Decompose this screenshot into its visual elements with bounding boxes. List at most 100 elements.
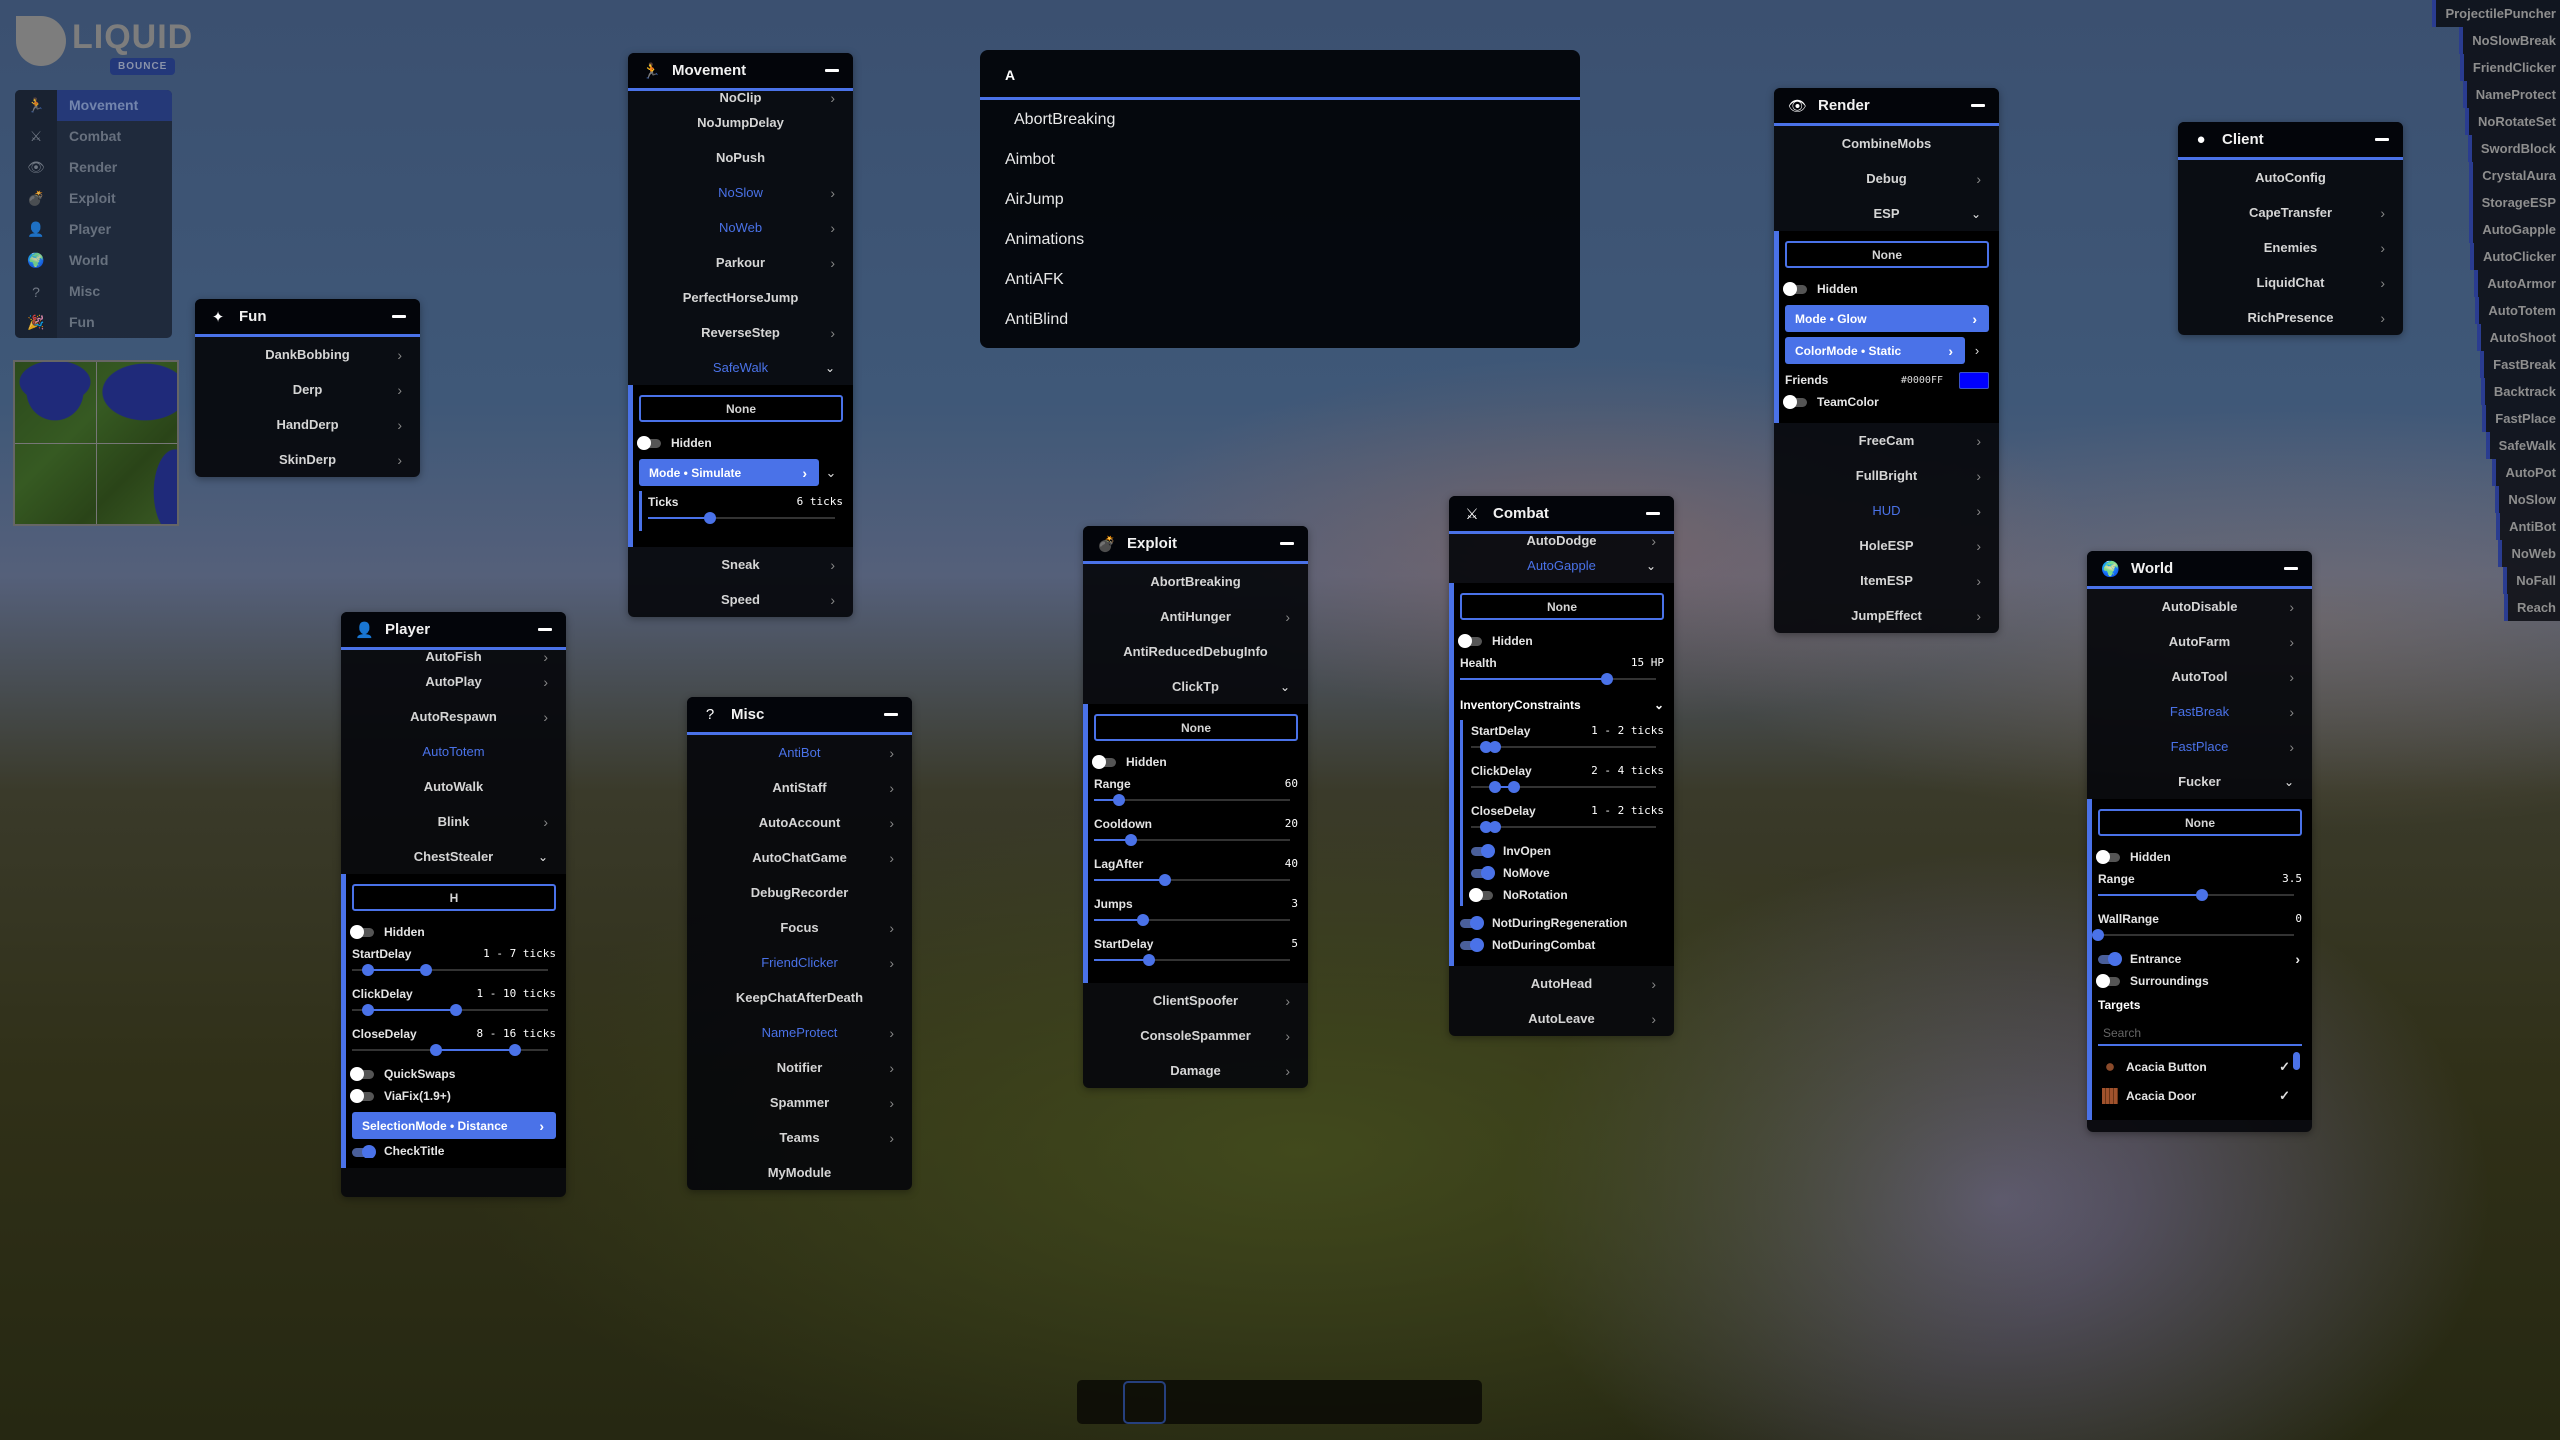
chevron-down-icon[interactable]: ⌄ — [538, 850, 548, 864]
module-autofish[interactable]: AutoFish › — [341, 650, 566, 664]
chevron-right-icon[interactable]: › — [1285, 993, 1290, 1009]
surroundings-toggle[interactable]: Surroundings — [2096, 970, 2302, 992]
panel-header[interactable]: ● Client — [2178, 122, 2403, 160]
module-autochatgame[interactable]: AutoChatGame › — [687, 840, 912, 875]
chevron-right-icon[interactable]: › — [543, 814, 548, 830]
module-parkour[interactable]: Parkour › — [628, 245, 853, 280]
module-autototem[interactable]: AutoTotem — [341, 734, 566, 769]
category-combat[interactable]: ⚔ Combat — [15, 121, 172, 152]
chevron-right-icon[interactable]: › — [889, 1095, 894, 1111]
minimize-icon[interactable] — [1646, 512, 1660, 515]
panel-header[interactable]: 🌍 World — [2087, 551, 2312, 589]
chevron-right-icon[interactable]: › — [830, 185, 835, 201]
chevron-right-icon[interactable]: › — [543, 650, 548, 664]
color-swatch[interactable] — [1959, 371, 1989, 389]
module-cheststealer[interactable]: ChestStealer ⌄ — [341, 839, 566, 874]
module-teams[interactable]: Teams › — [687, 1120, 912, 1155]
slider-knob[interactable] — [1137, 914, 1149, 926]
module-autogapple[interactable]: AutoGapple ⌄ — [1449, 548, 1674, 583]
chevron-right-icon[interactable]: › — [2289, 634, 2294, 650]
chevron-right-icon[interactable]: › — [1976, 573, 1981, 589]
chevron-right-icon[interactable]: › — [2289, 599, 2294, 615]
chevron-right-icon[interactable]: › — [1976, 171, 1981, 187]
toggle-switch[interactable] — [2096, 849, 2120, 864]
toggle-switch[interactable] — [2096, 973, 2120, 988]
keybind-button[interactable]: None — [1785, 241, 1989, 268]
toggle-switch[interactable] — [1783, 281, 1807, 296]
chevron-right-icon[interactable]: › — [397, 417, 402, 433]
toggle-switch[interactable] — [2098, 951, 2122, 966]
slider-knob-min[interactable] — [430, 1044, 443, 1056]
nomove-toggle[interactable]: NoMove — [1471, 862, 1664, 884]
chevron-right-icon[interactable]: › — [889, 955, 894, 971]
clickdelay-slider[interactable]: ClickDelay 1 - 10 ticks — [352, 983, 556, 1023]
module-capetransfer[interactable]: CapeTransfer › — [2178, 195, 2403, 230]
slider-knob-max[interactable] — [1489, 741, 1502, 753]
slider-knob-max[interactable] — [508, 1044, 521, 1056]
module-perfecthorsejump[interactable]: PerfectHorseJump — [628, 280, 853, 315]
chevron-right-icon[interactable]: › — [1976, 503, 1981, 519]
module-esp[interactable]: ESP ⌄ — [1774, 196, 1999, 231]
hidden-toggle[interactable]: Hidden — [1783, 278, 1989, 300]
chevron-down-icon[interactable]: ⌄ — [819, 465, 843, 481]
module-debug[interactable]: Debug › — [1774, 161, 1999, 196]
panel-header[interactable]: ✦ Fun — [195, 299, 420, 337]
module-autofarm[interactable]: AutoFarm › — [2087, 624, 2312, 659]
module-speed[interactable]: Speed › — [628, 582, 853, 617]
slider-knob-max[interactable] — [449, 1004, 462, 1016]
toggle-switch[interactable] — [1471, 865, 1495, 880]
closedelay-slider[interactable]: CloseDelay 8 - 16 ticks — [352, 1023, 556, 1063]
chevron-right-icon[interactable]: › — [1976, 433, 1981, 449]
keybind-button[interactable]: None — [1094, 714, 1298, 741]
mode-button[interactable]: Mode • Simulate › — [639, 459, 819, 486]
invopen-toggle[interactable]: InvOpen — [1471, 840, 1664, 862]
module-debugrecorder[interactable]: DebugRecorder — [687, 875, 912, 910]
module-focus[interactable]: Focus › — [687, 910, 912, 945]
module-fastbreak[interactable]: FastBreak › — [2087, 694, 2312, 729]
module-consolespammer[interactable]: ConsoleSpammer › — [1083, 1018, 1308, 1053]
module-clicktp[interactable]: ClickTp ⌄ — [1083, 669, 1308, 704]
module-antistaff[interactable]: AntiStaff › — [687, 770, 912, 805]
chevron-right-icon[interactable]: › — [1651, 976, 1656, 992]
module-autoplay[interactable]: AutoPlay › — [341, 664, 566, 699]
search-result[interactable]: AirJump — [980, 180, 1580, 220]
chevron-down-icon[interactable]: ⌄ — [1646, 559, 1656, 573]
hidden-toggle[interactable]: Hidden — [2096, 846, 2302, 868]
minimize-icon[interactable] — [825, 69, 839, 72]
minimize-icon[interactable] — [2284, 567, 2298, 570]
chevron-right-icon[interactable]: › — [1285, 1063, 1290, 1079]
wallrange-slider[interactable]: WallRange 0 — [2092, 908, 2302, 948]
module-hud[interactable]: HUD › — [1774, 493, 1999, 528]
chevron-right-icon[interactable]: › — [1651, 534, 1656, 548]
checkmark-icon[interactable]: ✓ — [2279, 1059, 2290, 1075]
module-abortbreaking[interactable]: AbortBreaking — [1083, 564, 1308, 599]
startdelay-slider[interactable]: StartDelay 5 — [1094, 933, 1298, 973]
slider-knob-min[interactable] — [361, 1004, 374, 1016]
slider-knob[interactable] — [1125, 834, 1138, 846]
mode-choice[interactable]: Mode • Simulate › ⌄ — [639, 459, 843, 486]
chevron-right-icon[interactable]: › — [2380, 240, 2385, 256]
chevron-right-icon[interactable]: › — [830, 557, 835, 573]
minimize-icon[interactable] — [1280, 542, 1294, 545]
module-autowalk[interactable]: AutoWalk — [341, 769, 566, 804]
chevron-down-icon[interactable]: ⌄ — [825, 361, 835, 375]
hidden-toggle[interactable]: Hidden — [637, 432, 843, 454]
slider-track[interactable] — [1094, 913, 1290, 927]
module-holeesp[interactable]: HoleESP › — [1774, 528, 1999, 563]
category-player[interactable]: 👤 Player — [15, 214, 172, 245]
module-fucker[interactable]: Fucker ⌄ — [2087, 764, 2312, 799]
chevron-down-icon[interactable]: ⌄ — [2284, 775, 2294, 789]
module-antihunger[interactable]: AntiHunger › — [1083, 599, 1308, 634]
slider-knob[interactable] — [1142, 954, 1155, 966]
slider-knob[interactable] — [2195, 889, 2208, 901]
targets-search-input[interactable]: Search — [2098, 1022, 2302, 1046]
category-world[interactable]: 🌍 World — [15, 245, 172, 276]
startdelay-slider[interactable]: StartDelay 1 - 7 ticks — [352, 943, 556, 983]
toggle-switch[interactable] — [352, 1145, 376, 1158]
toggle-switch[interactable] — [1092, 754, 1116, 769]
module-autoaccount[interactable]: AutoAccount › — [687, 805, 912, 840]
slider-track[interactable] — [1094, 833, 1290, 847]
chevron-right-icon[interactable]: › — [889, 780, 894, 796]
chevron-right-icon[interactable]: › — [2289, 669, 2294, 685]
module-autoconfig[interactable]: AutoConfig — [2178, 160, 2403, 195]
